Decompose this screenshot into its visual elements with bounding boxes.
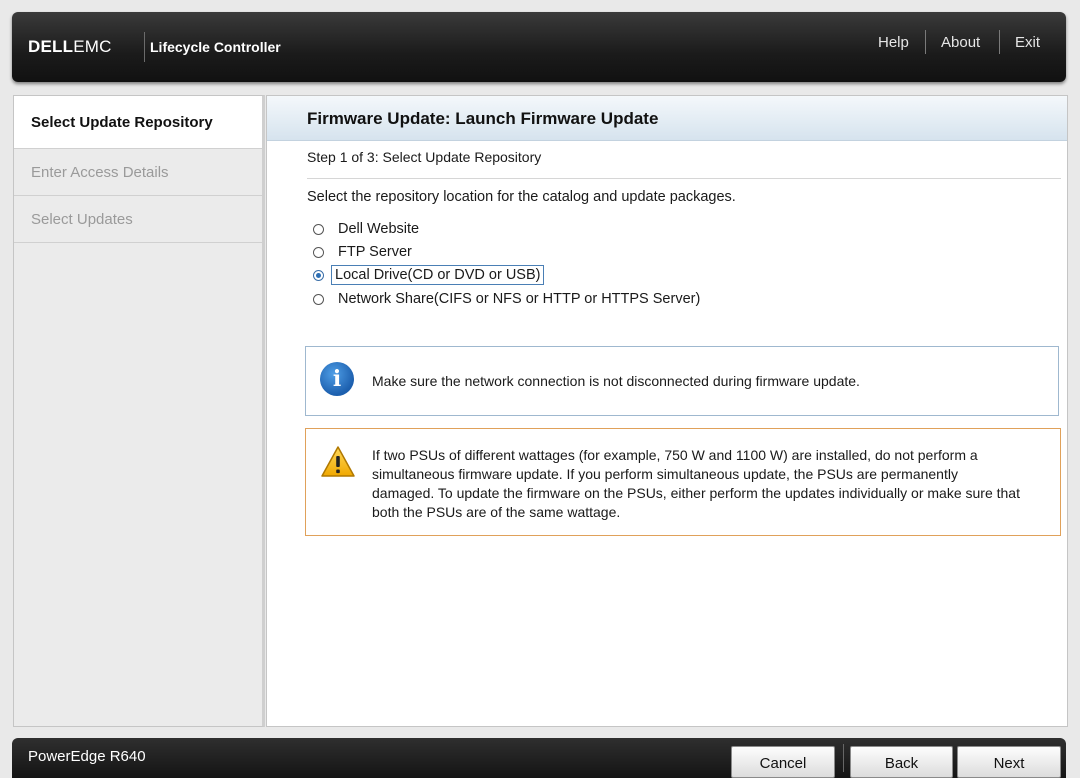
radio-label: FTP Server <box>338 244 412 260</box>
radio-ftp-server[interactable]: FTP Server <box>313 243 415 261</box>
help-link[interactable]: Help <box>878 34 909 51</box>
sidebar-item-select-updates: Select Updates <box>14 196 262 243</box>
radio-label: Network Share(CIFS or NFS or HTTP or HTT… <box>338 291 701 307</box>
radio-label: Dell Website <box>338 221 420 237</box>
radio-network-share[interactable]: Network Share(CIFS or NFS or HTTP or HTT… <box>313 290 703 308</box>
sidebar-item-label: Select Updates <box>31 210 133 228</box>
radio-button[interactable] <box>313 223 324 235</box>
info-message: i Make sure the network connection is no… <box>305 346 1059 416</box>
sidebar-item-enter-access-details: Enter Access Details <box>14 149 262 196</box>
radio-label: Local Drive(CD or DVD or USB) <box>331 265 545 285</box>
footer-divider <box>843 744 844 772</box>
footer-bar: PowerEdge R640 Cancel Back Next <box>12 738 1066 778</box>
cancel-button[interactable]: Cancel <box>731 746 835 778</box>
page-title: Firmware Update: Launch Firmware Update <box>307 109 659 128</box>
next-button[interactable]: Next <box>957 746 1061 778</box>
radio-button[interactable] <box>313 293 324 305</box>
back-button[interactable]: Back <box>850 746 953 778</box>
dell-emc-logo: DELLEMC <box>28 37 112 56</box>
instruction-text: Select the repository location for the c… <box>307 189 736 205</box>
header-link-divider <box>999 30 1000 54</box>
sidebar-item-label: Select Update Repository <box>31 113 213 131</box>
header-divider <box>144 32 145 62</box>
radio-button-selected[interactable] <box>313 269 324 281</box>
sidebar-item-label: Enter Access Details <box>31 163 169 181</box>
radio-local-drive[interactable]: Local Drive(CD or DVD or USB) <box>313 265 545 285</box>
top-header: DELLEMC Lifecycle Controller Help About … <box>12 12 1066 82</box>
divider <box>307 178 1061 179</box>
radio-dell-website[interactable]: Dell Website <box>313 220 422 238</box>
sidebar-item-select-update-repository[interactable]: Select Update Repository <box>14 96 262 149</box>
wizard-sidebar: Select Update Repository Enter Access De… <box>13 95 265 727</box>
radio-button[interactable] <box>313 246 324 258</box>
main-panel: Firmware Update: Launch Firmware Update … <box>266 95 1068 727</box>
header-link-divider <box>925 30 926 54</box>
warning-icon <box>321 446 355 477</box>
app-title: Lifecycle Controller <box>150 39 281 55</box>
server-model: PowerEdge R640 <box>28 748 146 765</box>
warning-message: If two PSUs of different wattages (for e… <box>305 428 1061 536</box>
step-indicator: Step 1 of 3: Select Update Repository <box>307 149 542 165</box>
title-bar: Firmware Update: Launch Firmware Update <box>267 96 1067 141</box>
exit-link[interactable]: Exit <box>1015 34 1040 51</box>
info-icon: i <box>320 362 354 396</box>
about-link[interactable]: About <box>941 34 980 51</box>
info-text: Make sure the network connection is not … <box>372 373 860 389</box>
warning-text: If two PSUs of different wattages (for e… <box>372 447 1020 520</box>
